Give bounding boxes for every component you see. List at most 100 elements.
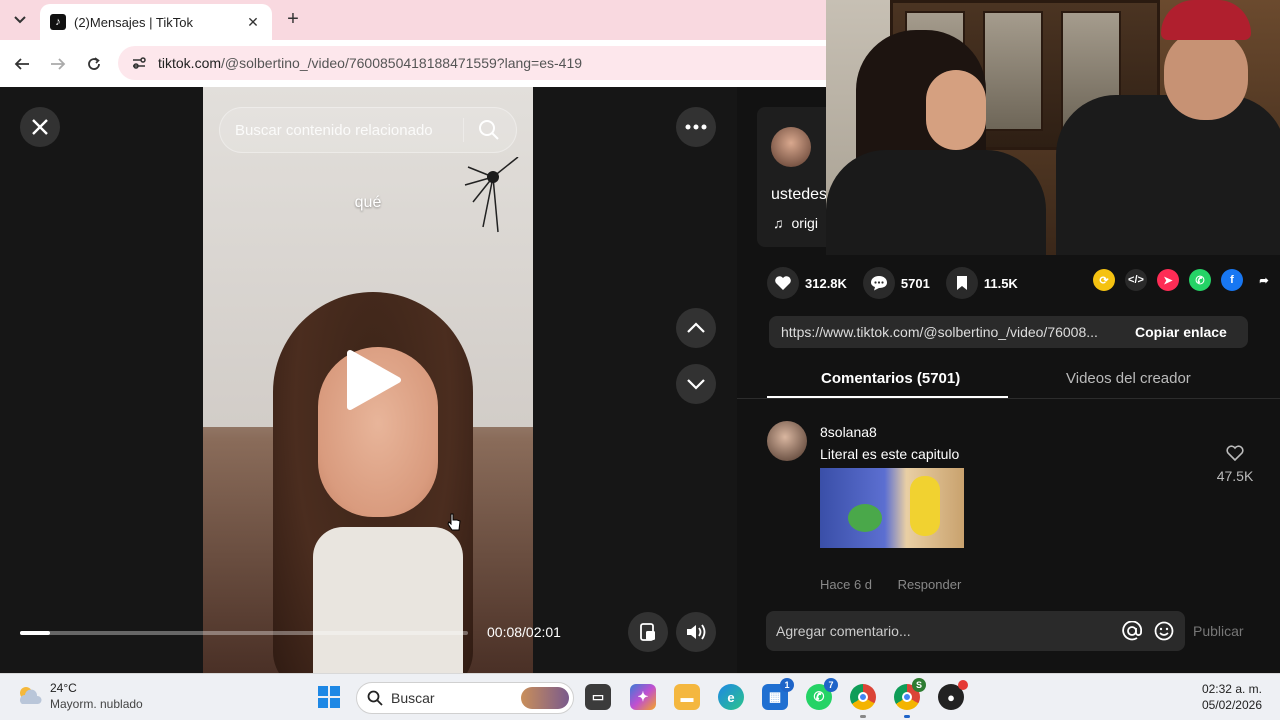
publish-button[interactable]: Publicar xyxy=(1193,623,1244,639)
close-icon xyxy=(32,119,48,135)
whatsapp-badge: 7 xyxy=(824,678,838,692)
music-title: origi xyxy=(791,215,818,231)
repost-icon[interactable]: ⟳ xyxy=(1093,269,1115,291)
browser-tab-tiktok[interactable]: ♪ (2)Mensajes | TikTok ✕ xyxy=(40,4,272,40)
back-button[interactable] xyxy=(10,52,34,76)
search-highlight-image xyxy=(521,687,569,709)
tab-search-menu-button[interactable] xyxy=(8,8,32,32)
music-link[interactable]: ♫ origi xyxy=(773,215,818,231)
tab-comments[interactable]: Comentarios (5701) xyxy=(821,370,960,387)
copy-link-button[interactable]: Copiar enlace xyxy=(1119,324,1227,340)
music-note-icon: ♫ xyxy=(773,215,784,231)
save-button[interactable]: 11.5K xyxy=(945,267,1018,299)
creator-avatar[interactable] xyxy=(771,127,811,167)
more-options-button[interactable] xyxy=(676,107,716,147)
file-explorer-icon[interactable]: ▬ xyxy=(674,684,700,710)
facebook-icon[interactable]: f xyxy=(1221,269,1243,291)
comment-button[interactable]: 5701 xyxy=(862,267,930,299)
system-clock[interactable]: 02:32 a. m. 05/02/2026 xyxy=(1190,681,1262,713)
clock-date: 05/02/2026 xyxy=(1201,698,1262,712)
taskbar-search-box[interactable]: Buscar xyxy=(356,682,574,714)
new-tab-button[interactable]: + xyxy=(282,8,304,30)
chrome-profile-icon[interactable]: S xyxy=(894,678,926,718)
reload-button[interactable] xyxy=(82,52,106,76)
chrome-profile-badge: S xyxy=(912,678,926,692)
url-host: tiktok.com xyxy=(158,55,222,71)
video-time: 00:08/02:01 xyxy=(487,624,561,640)
volume-button[interactable] xyxy=(676,612,716,652)
tab-close-icon[interactable]: ✕ xyxy=(244,14,262,31)
share-link-text[interactable]: https://www.tiktok.com/@solbertino_/vide… xyxy=(769,324,1119,340)
cabinet-pane xyxy=(983,11,1043,131)
comment-like-button[interactable]: 47.5K xyxy=(1215,445,1255,484)
whatsapp-taskbar-icon[interactable]: ✆ 7 xyxy=(806,678,838,710)
previous-video-button[interactable] xyxy=(676,308,716,348)
forward-button[interactable] xyxy=(46,52,70,76)
edge-icon[interactable]: e xyxy=(718,684,744,710)
video-person-shirt xyxy=(313,527,463,673)
play-icon[interactable] xyxy=(346,349,402,411)
running-indicator xyxy=(860,715,866,718)
reply-button[interactable]: Responder xyxy=(898,577,962,592)
taskbar-search-placeholder: Buscar xyxy=(391,690,435,706)
recording-indicator-icon xyxy=(958,680,968,690)
weather-description: Mayorm. nublado xyxy=(50,697,143,711)
webcam-person2-shirt xyxy=(1056,95,1280,255)
like-count: 312.8K xyxy=(805,275,847,291)
video-progress-bar[interactable] xyxy=(20,631,468,635)
whatsapp-icon[interactable]: ✆ xyxy=(1189,269,1211,291)
send-icon[interactable]: ➤ xyxy=(1157,269,1179,291)
emoji-icon[interactable] xyxy=(1153,620,1175,642)
weather-widget[interactable]: 24°C Mayorm. nublado xyxy=(16,681,143,711)
share-arrow-icon[interactable]: ➦ xyxy=(1253,269,1275,291)
video-caption: qué xyxy=(354,194,382,211)
action-bar: 312.8K 5701 11.5K ⟳ </> ➤ ✆ f ➦ xyxy=(767,267,1269,299)
comment-placeholder: Agregar comentario... xyxy=(776,623,911,639)
active-indicator xyxy=(904,715,910,718)
add-comment-input[interactable]: Agregar comentario... xyxy=(766,611,1185,651)
webcam-person2-cap xyxy=(1161,0,1251,40)
task-view-icon[interactable]: ▭ xyxy=(585,684,611,710)
save-count: 11.5K xyxy=(983,275,1018,291)
search-icon[interactable] xyxy=(478,119,500,141)
comment-text: Literal es este capitulo xyxy=(820,446,960,462)
related-search-input[interactable]: Buscar contenido relacionado xyxy=(219,107,517,153)
comment-meta-row: Hace 6 d Responder xyxy=(767,577,1257,593)
commenter-avatar[interactable] xyxy=(767,421,807,461)
comment-gif-image[interactable] xyxy=(820,468,964,548)
comment-like-count: 47.5K xyxy=(1216,468,1254,484)
obs-recording-icon[interactable]: ● xyxy=(938,680,968,710)
floating-player-icon xyxy=(640,623,655,641)
chevron-up-icon xyxy=(687,322,705,333)
close-video-button[interactable] xyxy=(20,107,60,147)
webcam-person1-shirt xyxy=(826,150,1046,255)
windows-taskbar: 24°C Mayorm. nublado Buscar ▭ ✦ ▬ e ▦ 1 ✆… xyxy=(0,673,1280,720)
tab-title: (2)Mensajes | TikTok xyxy=(74,14,193,30)
embed-code-icon[interactable]: </> xyxy=(1125,269,1147,291)
related-search-placeholder: Buscar contenido relacionado xyxy=(235,121,433,139)
gif-character xyxy=(910,476,940,536)
video-progress-fill xyxy=(20,631,50,635)
windows-start-icon[interactable] xyxy=(317,685,341,709)
panel-tabs: Comentarios (5701) Videos del creador xyxy=(737,357,1280,399)
url-path: /@solbertino_/video/7600850418188471559?… xyxy=(221,55,583,71)
tab-creator-videos[interactable]: Videos del creador xyxy=(1066,370,1191,387)
mention-icon[interactable] xyxy=(1121,620,1143,642)
video-player[interactable]: qué xyxy=(203,87,533,673)
store-icon[interactable]: ▦ 1 xyxy=(762,678,794,710)
copilot-icon[interactable]: ✦ xyxy=(630,684,656,710)
webcam-person2-face xyxy=(1164,30,1248,120)
reload-icon xyxy=(88,57,100,70)
floating-player-button[interactable] xyxy=(628,612,668,652)
volume-icon xyxy=(687,624,706,640)
chrome-icon[interactable] xyxy=(850,684,876,718)
next-video-button[interactable] xyxy=(676,364,716,404)
comment-count: 5701 xyxy=(900,275,930,291)
commenter-username[interactable]: 8solana8 xyxy=(820,424,877,440)
like-button[interactable]: 312.8K xyxy=(767,267,847,299)
site-info-icon[interactable] xyxy=(128,52,150,74)
arrow-left-icon xyxy=(14,58,29,70)
comment-bubble-icon xyxy=(862,267,895,299)
share-link-box: https://www.tiktok.com/@solbertino_/vide… xyxy=(769,316,1248,348)
url-text: tiktok.com/@solbertino_/video/7600850418… xyxy=(158,55,582,71)
